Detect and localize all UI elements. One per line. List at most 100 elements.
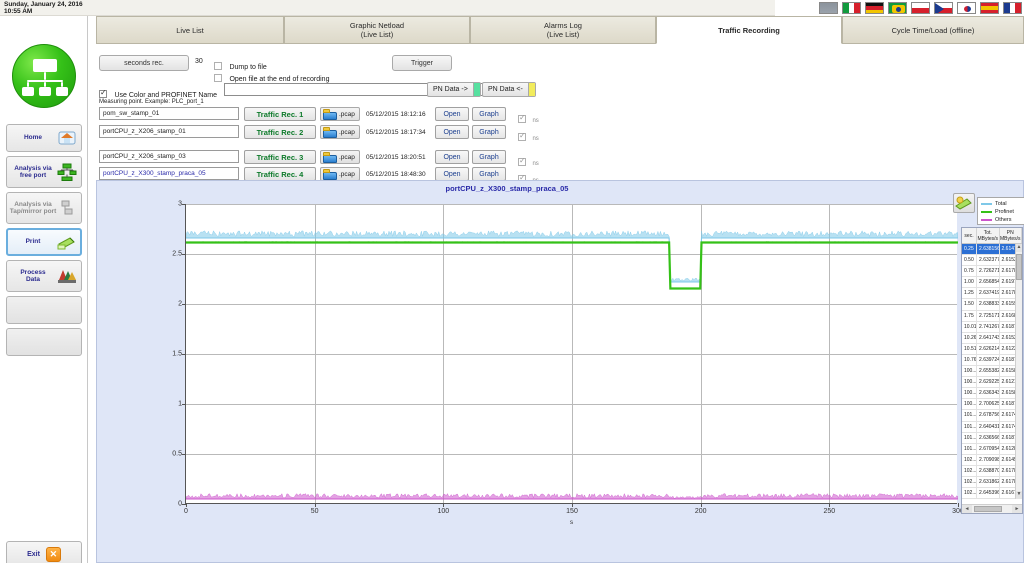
tab-live-list[interactable]: Live List <box>96 16 284 44</box>
table-row[interactable]: 1.00 2.656854 2.619767 <box>962 277 1022 289</box>
pcap-button-1[interactable]: .pcap <box>320 107 360 121</box>
open-button-2[interactable]: Open <box>435 125 469 139</box>
table-cell: 102... <box>962 465 978 476</box>
scroll-thumb-vertical[interactable] <box>1016 254 1022 280</box>
pcap-button-3[interactable]: .pcap <box>320 150 360 164</box>
table-row[interactable]: 10.76 2.639724 2.618709 <box>962 354 1022 367</box>
traffic-rec-button-4[interactable]: Traffic Rec. 4 <box>244 167 316 181</box>
x-axis-tick-label: 250 <box>823 508 836 515</box>
table-row[interactable]: 0.50 2.632377 2.615248 <box>962 255 1022 267</box>
open-button-1[interactable]: Open <box>435 107 469 121</box>
sidebar-item-analysis-tap-port[interactable]: Analysis via Tap/mirror port <box>6 192 82 224</box>
close-x-icon: ✕ <box>45 546 61 562</box>
graph-button-2[interactable]: Graph <box>472 125 506 139</box>
sidebar-item-empty-2[interactable] <box>6 328 82 356</box>
sidebar-item-home-label: Home <box>23 134 43 142</box>
table-row[interactable]: 101... 2.636566 2.618711 <box>962 432 1022 444</box>
table-row[interactable]: 101... 2.670954 2.612806 <box>962 443 1022 455</box>
recording-name-input-3[interactable]: portCPU_z_X206_stamp_03 <box>99 150 239 163</box>
table-horizontal-scrollbar[interactable]: ◄ ► <box>962 504 1022 513</box>
table-row[interactable]: 100... 2.655382 2.615895 <box>962 366 1022 378</box>
flag-poland-icon[interactable] <box>911 2 930 14</box>
tab-alarms-log[interactable]: Alarms Log (Live List) <box>470 16 656 44</box>
table-row[interactable]: 0.25 2.638156 2.614778 <box>962 244 1022 256</box>
graph-button-1[interactable]: Graph <box>472 107 506 121</box>
sidebar-item-home[interactable]: Home <box>6 124 82 152</box>
flag-czech-icon[interactable] <box>934 2 953 14</box>
ns-checkbox-row-2[interactable]: ns <box>518 127 539 145</box>
table-cell: 0.50 <box>962 255 978 266</box>
flag-uk-icon[interactable] <box>819 2 838 14</box>
table-cell: 10.51 <box>962 343 978 354</box>
ns-checkbox-1[interactable] <box>518 113 526 123</box>
trigger-button[interactable]: Trigger <box>392 55 452 71</box>
table-row[interactable]: 1.25 2.637419 2.617868 <box>962 288 1022 300</box>
table-cell: 100... <box>962 366 978 377</box>
open-button-4[interactable]: Open <box>435 167 469 181</box>
traffic-rec-button-2[interactable]: Traffic Rec. 2 <box>244 125 316 139</box>
open-button-3[interactable]: Open <box>435 150 469 164</box>
pcap-button-2[interactable]: .pcap <box>320 125 360 139</box>
table-row[interactable]: 10.01 2.741267 2.618711 <box>962 321 1022 333</box>
graph-button-3[interactable]: Graph <box>472 150 506 164</box>
recording-name-input-2[interactable]: portCPU_z_X206_stamp_01 <box>99 125 239 138</box>
traffic-rec-button-1[interactable]: Traffic Rec. 1 <box>244 107 316 121</box>
pcap-button-4[interactable]: .pcap <box>320 167 360 181</box>
main-tab-strip: Live List Graphic Netload (Live List) Al… <box>96 16 1024 44</box>
scroll-up-icon[interactable]: ▲ <box>1016 244 1022 252</box>
recording-name-input-1[interactable]: pom_sw_stamp_01 <box>99 107 239 120</box>
table-row[interactable]: 102... 2.645396 2.616768 <box>962 488 1022 499</box>
table-row[interactable]: 10.26 2.641743 2.615211 <box>962 332 1022 344</box>
pcap-label-2: .pcap <box>339 128 355 136</box>
sidebar-item-process-data[interactable]: Process Data <box>6 260 82 292</box>
flag-france-icon[interactable] <box>1003 2 1022 14</box>
pn-data-out-button[interactable]: PN Data -> <box>427 82 481 97</box>
table-row[interactable]: 102... 2.709098 2.614563 <box>962 454 1022 466</box>
sidebar-item-empty-1[interactable] <box>6 296 82 324</box>
tab-graphic-netload[interactable]: Graphic Netload (Live List) <box>284 16 470 44</box>
table-row[interactable]: 100... 2.629225 2.612111 <box>962 377 1022 389</box>
table-row[interactable]: 102... 2.638870 2.617847 <box>962 465 1022 477</box>
table-row[interactable]: 101... 2.640431 2.617491 <box>962 421 1022 433</box>
table-row[interactable]: 101... 2.678756 2.617413 <box>962 410 1022 422</box>
table-cell: 2.632377 <box>977 255 1000 266</box>
seconds-rec-button[interactable]: seconds rec. <box>99 55 189 71</box>
graph-button-4[interactable]: Graph <box>472 167 506 181</box>
scroll-left-icon[interactable]: ◄ <box>962 505 972 513</box>
use-color-checkbox[interactable] <box>99 88 107 98</box>
trigger-label: Trigger <box>411 59 433 67</box>
flag-germany-icon[interactable] <box>865 2 884 14</box>
exit-button[interactable]: Exit ✕ <box>6 541 82 563</box>
seconds-rec-label: seconds rec. <box>124 59 164 67</box>
scroll-down-icon[interactable]: ▼ <box>1016 491 1022 499</box>
recording-name-input-4[interactable]: portCPU_z_X300_stamp_praca_05 <box>99 167 239 180</box>
chart-export-icon[interactable] <box>953 193 975 213</box>
table-row[interactable]: 10.51 2.626214 2.612232 <box>962 343 1022 355</box>
ns-checkbox-2[interactable] <box>518 131 526 141</box>
open-file-checkbox[interactable] <box>214 74 222 82</box>
flag-spain-icon[interactable] <box>980 2 999 14</box>
scroll-thumb-horizontal[interactable] <box>974 506 1002 512</box>
sidebar-item-analysis-free-port[interactable]: Analysis via free port <box>6 156 82 188</box>
table-vertical-scrollbar[interactable]: ▲ ▼ <box>1015 244 1022 499</box>
ns-checkbox-3[interactable] <box>518 156 526 166</box>
flag-south-korea-icon[interactable] <box>957 2 976 14</box>
table-row[interactable]: 1.75 2.725171 2.616878 <box>962 310 1022 322</box>
scroll-right-icon[interactable]: ► <box>1012 505 1022 513</box>
table-row[interactable]: 1.50 2.638833 2.615989 <box>962 299 1022 311</box>
data-table-body[interactable]: 0.25 2.638156 2.614778 0.50 2.632377 2.615248… <box>962 244 1022 499</box>
pn-data-in-button[interactable]: PN Data <- <box>482 82 536 97</box>
traffic-rec-button-3[interactable]: Traffic Rec. 3 <box>244 150 316 164</box>
table-row[interactable]: 0.75 2.726271 2.617857 <box>962 266 1022 278</box>
table-row[interactable]: 100... 2.636343 2.615833 <box>962 388 1022 400</box>
sidebar-item-print[interactable]: Print <box>6 228 82 256</box>
tab-cycle-time-load[interactable]: Cycle Time/Load (offline) <box>842 16 1024 44</box>
flag-brazil-icon[interactable] <box>888 2 907 14</box>
table-row[interactable]: 100... 2.700625 2.618709 <box>962 399 1022 411</box>
table-row[interactable]: 102... 2.631862 2.617847 <box>962 476 1022 489</box>
flag-italy-icon[interactable] <box>842 2 861 14</box>
tab-traffic-recording[interactable]: Traffic Recording <box>656 16 842 44</box>
folder-icon <box>323 151 337 163</box>
table-cell: 2.639724 <box>977 354 1000 366</box>
table-cell: 102... <box>962 488 978 499</box>
